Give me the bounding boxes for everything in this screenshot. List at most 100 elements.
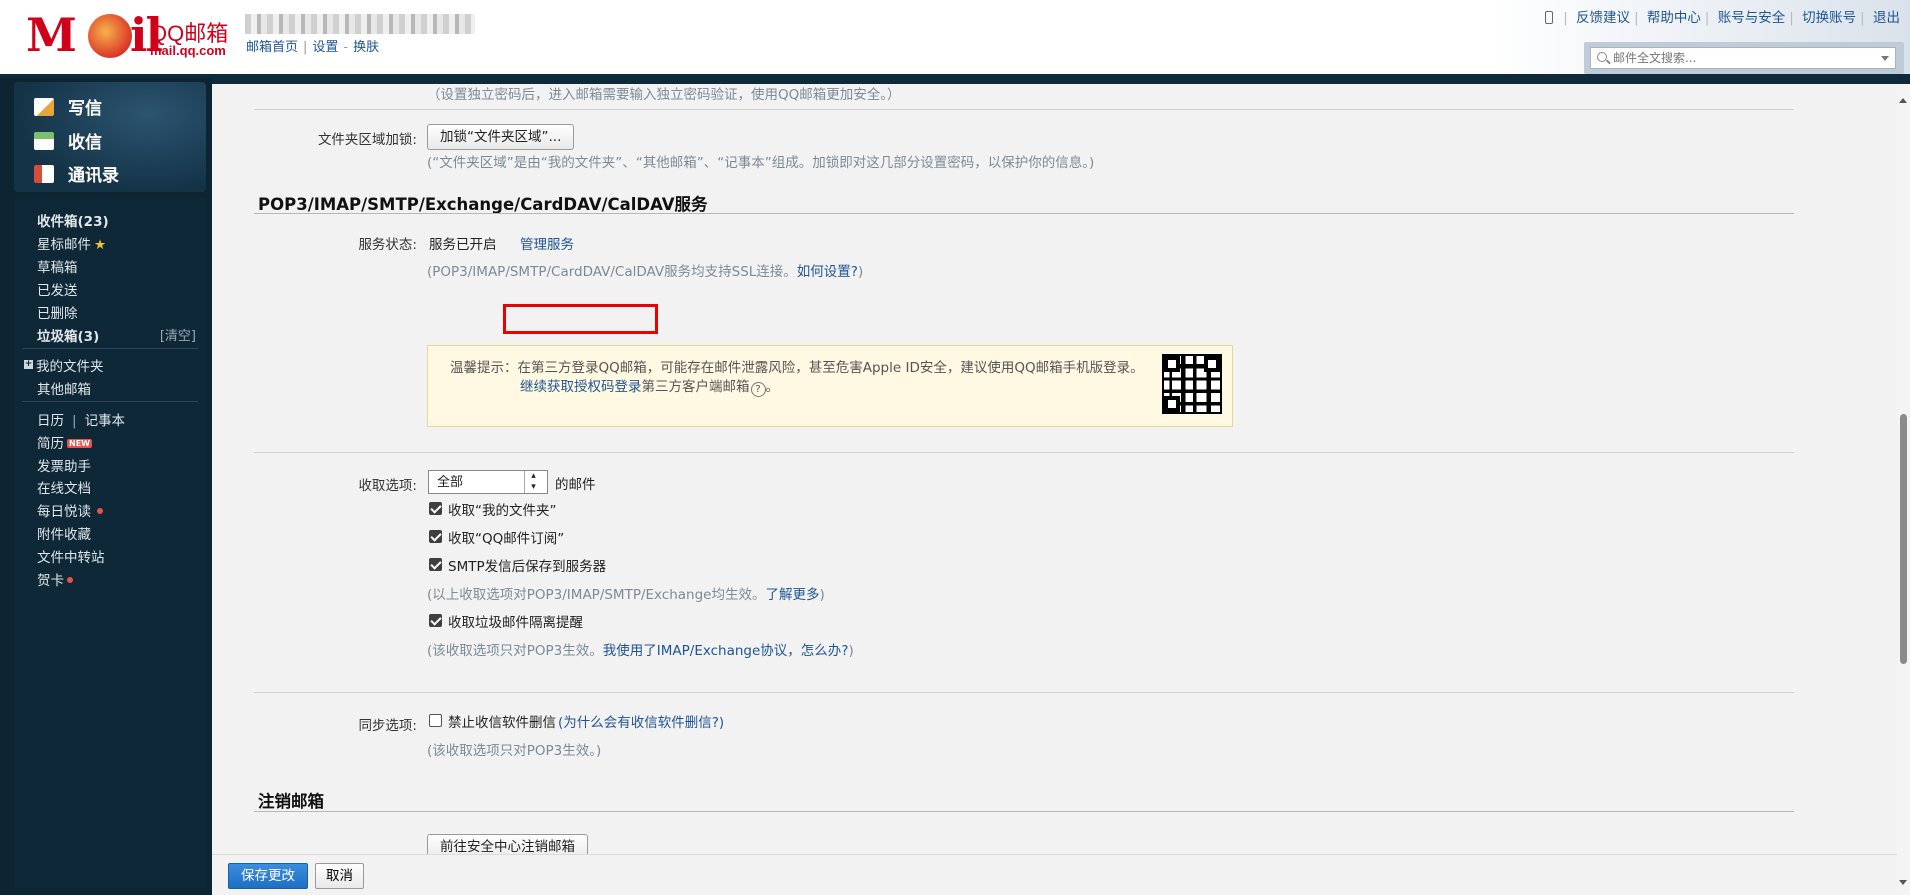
top-right-links: | 反馈建议 | 帮助中心 | 账号与安全 | 切换账号 | 退出 bbox=[1545, 6, 1900, 26]
chk-forbid-delete-label: 禁止收信软件删信 bbox=[448, 715, 556, 731]
divider bbox=[254, 811, 1794, 812]
sidebar-item-spam[interactable]: 垃圾箱(3) bbox=[37, 325, 99, 345]
expand-toggle-icon[interactable]: + bbox=[24, 360, 33, 369]
notification-dot-icon bbox=[97, 508, 103, 514]
sidebar-item-attachments[interactable]: 附件收藏 bbox=[37, 523, 91, 543]
manage-service-link[interactable]: 管理服务 bbox=[520, 233, 574, 253]
user-account-blurred bbox=[245, 14, 475, 34]
sidebar-item-daily-read[interactable]: 每日悦读 bbox=[37, 500, 103, 520]
link-feedback[interactable]: 反馈建议 bbox=[1576, 10, 1630, 26]
link-account-security[interactable]: 账号与安全 bbox=[1718, 10, 1786, 26]
receive-icon bbox=[34, 131, 54, 150]
go-security-center-button[interactable]: 前往安全中心注销邮箱 bbox=[427, 834, 588, 854]
sidebar-item-my-folders[interactable]: 我的文件夹 bbox=[36, 355, 104, 375]
sidebar-item-calendar-notes: 日历 | 记事本 bbox=[37, 413, 126, 429]
scroll-down-icon[interactable] bbox=[1899, 880, 1907, 885]
warning-text: 温馨提示：在第三方登录QQ邮箱，可能存在邮件泄露风险，甚至危害Apple ID安… bbox=[450, 360, 1144, 376]
divider bbox=[254, 692, 1794, 693]
chk-receive-qq-sub-label: 收取“QQ邮件订阅” bbox=[448, 531, 565, 547]
search-box bbox=[1590, 47, 1896, 69]
link-change-skin[interactable]: 换肤 bbox=[353, 40, 379, 55]
warning-text-line2: 继续获取授权码登录第三方客户端邮箱?。 bbox=[520, 375, 779, 397]
link-mail-home[interactable]: 邮箱首页 bbox=[246, 40, 298, 55]
sidebar-item-drafts[interactable]: 草稿箱 bbox=[37, 256, 78, 276]
receive-button[interactable]: 收信 bbox=[34, 128, 102, 153]
link-switch-account[interactable]: 切换账号 bbox=[1802, 10, 1856, 26]
sidebar-item-notes[interactable]: 记事本 bbox=[85, 413, 126, 429]
link-logout[interactable]: 退出 bbox=[1873, 10, 1900, 26]
pop-imap-section-title: POP3/IMAP/SMTP/Exchange/CardDAV/CalDAV服务 bbox=[258, 195, 708, 214]
why-delete-link[interactable]: (为什么会有收信软件删信?) bbox=[558, 711, 724, 731]
divider bbox=[254, 213, 1794, 214]
warning-box: 温馨提示：在第三方登录QQ邮箱，可能存在邮件泄露风险，甚至危害Apple ID安… bbox=[427, 345, 1233, 427]
settings-content: （设置独立密码后，进入邮箱需要输入独立密码验证，使用QQ邮箱更加安全。） 文件夹… bbox=[212, 84, 1897, 895]
logo-url-text: mail.qq.com bbox=[150, 43, 226, 58]
highlight-annotation bbox=[503, 304, 658, 334]
folder-lock-button[interactable]: 加锁“文件夹区域”... bbox=[427, 124, 575, 150]
header: M il QQ邮箱 mail.qq.com 邮箱首页 | 设置 - 换肤 | 反馈建议 |… bbox=[0, 0, 1910, 78]
bottom-action-bar: 保存更改 取消 bbox=[212, 854, 1897, 895]
folder-lock-label: 文件夹区域加锁: bbox=[317, 132, 417, 148]
chk-spam-alert-label: 收取垃圾邮件隔离提醒 bbox=[448, 615, 583, 631]
sidebar-item-sent[interactable]: 已发送 bbox=[37, 279, 78, 299]
scrollbar-thumb[interactable] bbox=[1900, 414, 1907, 664]
phone-icon[interactable] bbox=[1545, 11, 1554, 24]
save-button[interactable]: 保存更改 bbox=[228, 863, 308, 889]
top-nav-links: 邮箱首页 | 设置 - 换肤 bbox=[246, 40, 380, 55]
spam-note: (该收取选项只对POP3生效。我使用了IMAP/Exchange协议，怎么办?) bbox=[427, 639, 854, 659]
daily-read-label: 每日悦读 bbox=[37, 504, 91, 520]
help-icon[interactable]: ? bbox=[750, 382, 766, 397]
sidebar-item-cards[interactable]: 贺卡 bbox=[37, 569, 73, 589]
sidebar-item-file-transfer[interactable]: 文件中转站 bbox=[37, 546, 105, 566]
qq-mail-logo[interactable]: M il QQ邮箱 mail.qq.com bbox=[26, 10, 236, 60]
search-area bbox=[1584, 42, 1904, 74]
contacts-icon bbox=[34, 164, 54, 183]
chk-receive-my-folders[interactable] bbox=[429, 502, 442, 515]
quick-actions: 写信 收信 通讯录 bbox=[14, 82, 206, 192]
link-help-center[interactable]: 帮助中心 bbox=[1647, 10, 1701, 26]
receive-note-text: (以上收取选项对POP3/IMAP/SMTP/Exchange均生效。 bbox=[427, 587, 766, 603]
sidebar-item-other-mailbox[interactable]: 其他邮箱 bbox=[37, 378, 91, 398]
search-dropdown-icon[interactable] bbox=[1881, 56, 1889, 61]
chk-forbid-delete[interactable] bbox=[429, 714, 442, 727]
compose-icon bbox=[34, 97, 54, 116]
resume-label: 简历 bbox=[37, 436, 64, 452]
compose-label: 写信 bbox=[68, 99, 102, 119]
imap-exchange-help-link[interactable]: 我使用了IMAP/Exchange协议，怎么办? bbox=[603, 643, 849, 659]
search-input[interactable] bbox=[1613, 50, 1873, 66]
contacts-button[interactable]: 通讯录 bbox=[34, 161, 119, 186]
clear-spam-link[interactable]: [清空] bbox=[160, 325, 196, 344]
receive-suffix: 的邮件 bbox=[555, 477, 596, 493]
divider bbox=[22, 401, 198, 402]
header-dark-band bbox=[0, 74, 1910, 84]
select-arrows-icon: ▴ ▾ bbox=[524, 471, 542, 493]
folder-lock-note: (“文件夹区域”是由“我的文件夹”、“其他邮箱”、“记事本”组成。加锁即对这几部… bbox=[427, 155, 1095, 171]
sidebar-item-docs[interactable]: 在线文档 bbox=[37, 477, 91, 497]
cancel-button[interactable]: 取消 bbox=[315, 863, 364, 889]
chk-receive-qq-sub[interactable] bbox=[429, 530, 442, 543]
how-to-setup-link[interactable]: 如何设置? bbox=[797, 264, 858, 280]
receive-note-end: ) bbox=[819, 587, 825, 603]
learn-more-link[interactable]: 了解更多 bbox=[765, 587, 819, 603]
contacts-label: 通讯录 bbox=[68, 166, 119, 186]
scrollbar[interactable] bbox=[1897, 84, 1910, 895]
new-badge: NEW bbox=[67, 439, 92, 448]
chk-smtp-save[interactable] bbox=[429, 558, 442, 571]
link-settings[interactable]: 设置 bbox=[312, 40, 338, 55]
sidebar-item-deleted[interactable]: 已删除 bbox=[37, 302, 78, 322]
qr-corner bbox=[1164, 396, 1180, 412]
sidebar-item-inbox[interactable]: 收件箱(23) bbox=[37, 210, 109, 230]
sidebar-item-resume[interactable]: 简历 NEW bbox=[37, 432, 92, 452]
get-auth-code-link[interactable]: 继续获取授权码登录 bbox=[520, 379, 642, 395]
sidebar-item-starred[interactable]: 星标邮件 ★ bbox=[37, 233, 106, 253]
sidebar: 写信 收信 通讯录 收件箱(23) 星标邮件 ★ 草稿箱 已发送 已删除 垃圾箱(… bbox=[0, 78, 212, 895]
cancel-account-title: 注销邮箱 bbox=[258, 792, 324, 811]
settings-scroll-area: （设置独立密码后，进入邮箱需要输入独立密码验证，使用QQ邮箱更加安全。） 文件夹… bbox=[212, 84, 1897, 854]
chk-spam-alert[interactable] bbox=[429, 614, 442, 627]
notification-dot-icon bbox=[67, 577, 73, 583]
sidebar-item-calendar[interactable]: 日历 bbox=[37, 413, 64, 429]
sidebar-item-invoice[interactable]: 发票助手 bbox=[37, 455, 91, 475]
compose-button[interactable]: 写信 bbox=[34, 94, 102, 119]
scroll-up-icon[interactable] bbox=[1899, 98, 1907, 103]
logo-mascot-icon bbox=[88, 14, 132, 58]
